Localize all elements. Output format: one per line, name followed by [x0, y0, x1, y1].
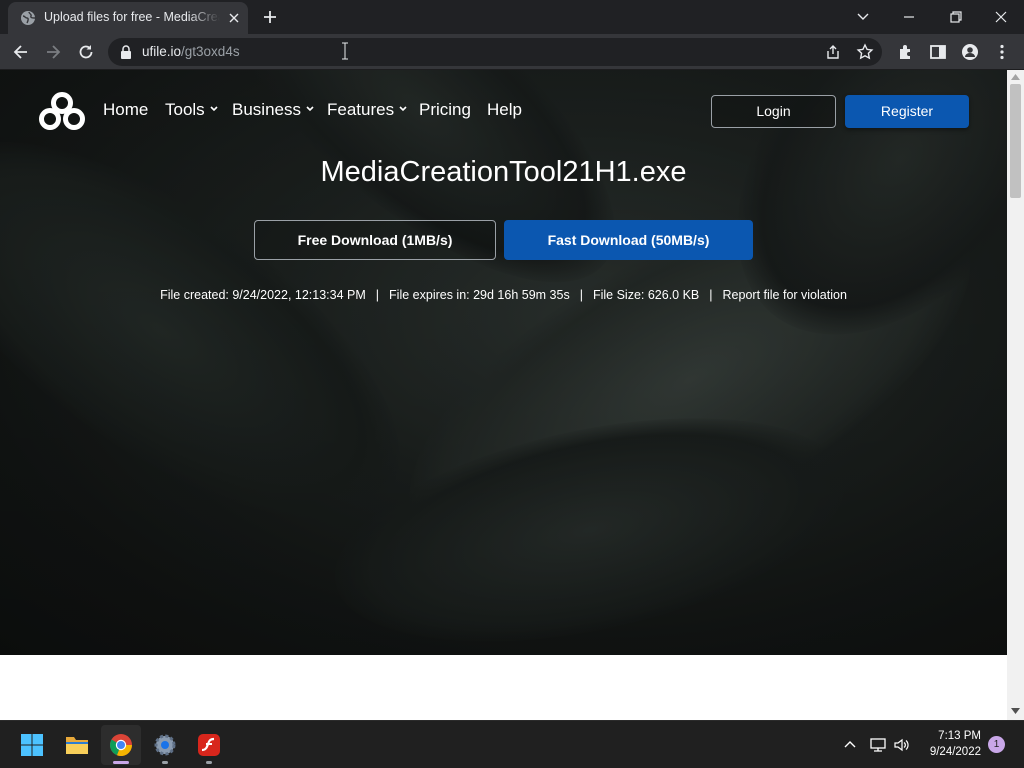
forward-icon[interactable] — [43, 42, 63, 62]
nav-features[interactable]: Features — [327, 100, 408, 120]
file-expires: File expires in: 29d 16h 59m 35s — [389, 288, 570, 302]
chevron-down-icon — [210, 106, 218, 112]
url-host: ufile.io — [142, 44, 182, 59]
tab-title: Upload files for free - MediaCreationToo… — [44, 10, 220, 24]
ufile-logo-icon[interactable] — [38, 92, 86, 132]
hero-section: Home Tools Business Features Pricing Hel… — [0, 70, 1007, 655]
tab-strip: Upload files for free - MediaCreationToo… — [0, 0, 1024, 34]
start-icon — [21, 734, 43, 756]
settings-taskbar-button[interactable] — [145, 725, 185, 765]
close-icon[interactable] — [226, 10, 242, 26]
reload-icon[interactable] — [76, 42, 96, 62]
bookmark-star-icon[interactable] — [856, 43, 874, 61]
browser-tab[interactable]: Upload files for free - MediaCreationToo… — [8, 2, 248, 34]
active-indicator — [113, 761, 129, 764]
running-indicator — [162, 761, 168, 764]
clock-time[interactable]: 7:13 PM — [925, 730, 981, 742]
browser-toolbar: ufile.io/gt3oxd4s — [0, 34, 1024, 70]
nav-tools-label: Tools — [165, 100, 205, 119]
nav-pricing-label: Pricing — [419, 100, 471, 119]
menu-icon[interactable] — [992, 42, 1012, 62]
page-scrollbar[interactable] — [1007, 70, 1024, 720]
windows-taskbar: 7:13 PM 9/24/2022 1 — [0, 720, 1024, 768]
start-button[interactable] — [12, 725, 52, 765]
separator: | — [579, 288, 583, 302]
file-name-title: MediaCreationTool21H1.exe — [320, 156, 687, 188]
file-explorer-icon — [66, 737, 88, 754]
chevron-down-icon — [399, 106, 407, 112]
scroll-up-icon[interactable] — [1011, 74, 1020, 80]
report-file-link[interactable]: Report file for violation — [723, 288, 847, 302]
nav-business[interactable]: Business — [232, 100, 315, 120]
close-window-icon[interactable] — [989, 6, 1013, 28]
profile-icon[interactable] — [960, 42, 980, 62]
minimize-icon[interactable] — [897, 6, 921, 28]
nav-business-label: Business — [232, 100, 301, 119]
file-created: File created: 9/24/2022, 12:13:34 PM — [160, 288, 366, 302]
nav-features-label: Features — [327, 100, 395, 119]
volume-icon[interactable] — [893, 736, 911, 754]
separator: | — [709, 288, 713, 302]
settings-icon — [154, 734, 176, 756]
back-icon[interactable] — [11, 42, 31, 62]
login-button[interactable]: Login — [711, 95, 836, 128]
nav-help[interactable]: Help — [487, 100, 522, 120]
scroll-down-icon[interactable] — [1011, 708, 1020, 714]
scroll-thumb[interactable] — [1010, 84, 1021, 198]
notification-badge[interactable]: 1 — [988, 736, 1005, 753]
flash-taskbar-button[interactable] — [189, 725, 229, 765]
file-info-bar: File created: 9/24/2022, 12:13:34 PM | Fil… — [0, 288, 1007, 302]
globe-icon — [21, 11, 36, 25]
nav-pricing[interactable]: Pricing — [419, 100, 471, 120]
url-path: /gt3oxd4s — [181, 44, 240, 59]
side-panel-icon[interactable] — [928, 42, 948, 62]
web-page: Home Tools Business Features Pricing Hel… — [0, 70, 1007, 720]
url-text[interactable]: ufile.io/gt3oxd4s — [142, 44, 240, 59]
nav-tools[interactable]: Tools — [165, 100, 219, 120]
nav-help-label: Help — [487, 100, 522, 119]
network-icon[interactable] — [869, 736, 887, 754]
file-explorer-button[interactable] — [57, 725, 97, 765]
running-indicator — [206, 761, 212, 764]
new-tab-icon[interactable] — [260, 7, 280, 27]
fast-download-button[interactable]: Fast Download (50MB/s) — [504, 220, 753, 260]
clock-date[interactable]: 9/24/2022 — [915, 746, 981, 758]
nav-home[interactable]: Home — [103, 100, 148, 120]
nav-home-label: Home — [103, 100, 149, 119]
restore-icon[interactable] — [943, 6, 967, 28]
extensions-icon[interactable] — [896, 42, 916, 62]
flash-icon — [198, 734, 220, 756]
chevron-up-icon[interactable] — [841, 736, 859, 754]
chevron-down-icon — [306, 106, 314, 112]
register-button[interactable]: Register — [845, 95, 969, 128]
address-bar[interactable]: ufile.io/gt3oxd4s — [108, 38, 882, 66]
file-size: File Size: 626.0 KB — [592, 288, 700, 302]
lock-icon[interactable] — [120, 45, 132, 59]
tab-search-icon[interactable] — [851, 6, 875, 28]
separator: | — [375, 288, 380, 302]
chrome-taskbar-button[interactable] — [101, 725, 141, 765]
share-icon[interactable] — [824, 43, 842, 61]
text-cursor-icon — [342, 42, 348, 60]
free-download-button[interactable]: Free Download (1MB/s) — [254, 220, 496, 260]
chrome-icon — [109, 734, 133, 757]
